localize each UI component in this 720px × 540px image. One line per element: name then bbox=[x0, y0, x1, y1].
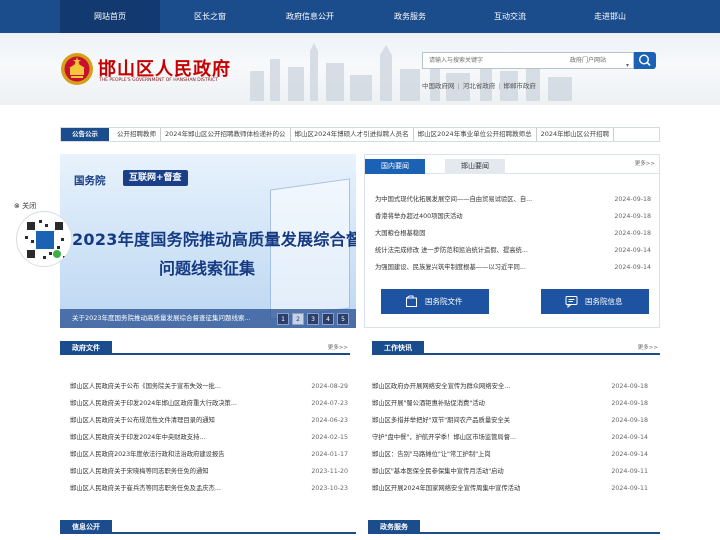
gov-docs-more-link[interactable]: 更多>> bbox=[328, 343, 348, 351]
news-buttons: 国务院文件 国务院信息 bbox=[381, 289, 649, 314]
list-item[interactable]: 邯山区多措并举把好"双节"期间农产品质量安全关 2024-09-18 bbox=[372, 412, 648, 429]
tab-hanshan-news[interactable]: 邯山要闻 bbox=[445, 159, 505, 174]
banner-pager: 1 2 3 4 5 bbox=[274, 313, 349, 325]
list-item[interactable]: 邯山区人民政府关于崔兵杰等同志职务任免及孟庆杰... 2023-10-23 bbox=[70, 480, 348, 497]
state-council-info-label: 国务院信息 bbox=[585, 297, 623, 306]
header: 邯山区人民政府 THE PEOPLE'S GOVERNMENT OF HANSH… bbox=[0, 33, 720, 105]
skyline-illustration bbox=[250, 43, 572, 101]
tab-domestic-news[interactable]: 国内要闻 bbox=[365, 159, 425, 174]
state-council-docs-button[interactable]: 国务院文件 bbox=[381, 289, 489, 314]
gov-service-header: 政务服务 bbox=[368, 518, 660, 534]
list-item[interactable]: 守护"盘中餐"，护航开学季！邯山区市场监管局督... 2024-09-14 bbox=[372, 429, 648, 446]
search-button[interactable] bbox=[634, 52, 656, 69]
qr-code-icon bbox=[16, 211, 72, 267]
notice-item[interactable]: 2024年邯山区公开招聘教师体检递补的公 bbox=[161, 128, 291, 141]
list-item[interactable]: 邯山区人民政府关于印发2024年邯山区政府重大行政决策... 2024-07-23 bbox=[70, 395, 348, 412]
top-nav: 网站首页 区长之窗 政府信息公开 政务服务 互动交流 走进邯山 bbox=[0, 0, 720, 33]
document-icon bbox=[406, 295, 417, 307]
nav-interaction[interactable]: 互动交流 bbox=[460, 0, 560, 33]
gov-service-title[interactable]: 政务服务 bbox=[368, 520, 420, 534]
list-item[interactable]: 邯山区人民政府关于公布《国务院关于宣布失效一批... 2024-08-29 bbox=[70, 378, 348, 395]
notice-item[interactable]: 邯山区2024年博硕人才引进拟聘人员名 bbox=[291, 128, 414, 141]
list-item[interactable]: 统计法完成修改 进一步防范和惩治统计造假、提高统... 2024-09-14 bbox=[375, 242, 651, 259]
list-item[interactable]: 邯山区人民政府关于公布规范性文件清理目录的通知 2024-06-23 bbox=[70, 412, 348, 429]
banner-tag: 互联网+督查 bbox=[123, 170, 188, 186]
news-tabs: 国内要闻 邯山要闻 更多>> bbox=[365, 155, 659, 174]
list-item[interactable]: 为强国建设、民族复兴筑牢制度根基——以习近平同... 2024-09-14 bbox=[375, 259, 651, 276]
search-box: 政府门户网站 ▾ bbox=[422, 52, 634, 69]
banner-carousel[interactable]: 国务院 互联网+督查 2023年度国务院推动高质量发展综合督查 问题线索征集 关… bbox=[60, 154, 356, 328]
list-item[interactable]: 邯山区开展2024年国家网络安全宣传周集中宣传活动 2024-09-11 bbox=[372, 480, 648, 497]
info-disclosure-header: 信息公开 bbox=[60, 518, 356, 534]
close-icon: ⊗ bbox=[14, 202, 20, 210]
caret-down-icon: ▾ bbox=[625, 62, 629, 69]
list-item[interactable]: 邯山区：告别"马路摊位"让"常工护制"上岗 2024-09-14 bbox=[372, 446, 648, 463]
notice-item[interactable]: 邯山区2024年事业单位公开招聘教师总 bbox=[414, 128, 537, 141]
float-close-label: 关闭 bbox=[22, 202, 37, 210]
notice-item[interactable]: 公开招聘教师 bbox=[113, 128, 161, 141]
info-disclosure-title[interactable]: 信息公开 bbox=[60, 520, 112, 534]
list-item[interactable]: 邯山区人民政府关于宋晓梅等同志职务任免的通知 2023-11-20 bbox=[70, 463, 348, 480]
banner-headline-2: 问题线索征集 bbox=[158, 259, 255, 278]
pager-dot[interactable]: 5 bbox=[337, 313, 349, 325]
chat-icon bbox=[565, 296, 578, 308]
list-item[interactable]: 邯山区开展"蜀公酒钜惠补贴促消费"活动 2024-09-18 bbox=[372, 395, 648, 412]
work-news-header: 工作快讯 更多>> bbox=[372, 339, 660, 355]
gov-docs-header: 政府文件 更多>> bbox=[60, 339, 350, 355]
news-list: 为中国式现代化拓展发展空间——自由贸易试验区、自... 2024-09-18 香港… bbox=[375, 191, 651, 276]
work-news-title[interactable]: 工作快讯 bbox=[372, 341, 424, 355]
notice-list: 公开招聘教师 2024年邯山区公开招聘教师体检递补的公 邯山区2024年博硕人才引进… bbox=[113, 128, 658, 141]
list-item[interactable]: 邯山区政府办开展网络安全宣传为群众网络安全... 2024-09-18 bbox=[372, 378, 648, 395]
nav-gov-services[interactable]: 政务服务 bbox=[360, 0, 460, 33]
search-icon bbox=[638, 54, 651, 66]
floating-qr-widget: ⊗ 关闭 bbox=[14, 201, 74, 267]
search-scope-label: 政府门户网站 bbox=[569, 57, 606, 64]
gov-docs-title[interactable]: 政府文件 bbox=[60, 341, 112, 355]
nav-mayor-window[interactable]: 区长之窗 bbox=[160, 0, 260, 33]
link-central-gov[interactable]: 中国政府网 bbox=[422, 80, 455, 90]
news-panel: 国内要闻 邯山要闻 更多>> 为中国式现代化拓展发展空间——自由贸易试验区、自.… bbox=[364, 154, 660, 328]
emblem-icon bbox=[61, 53, 93, 85]
nav-home[interactable]: 网站首页 bbox=[60, 0, 160, 33]
notice-bar: 公告公示 公开招聘教师 2024年邯山区公开招聘教师体检递补的公 邯山区2024年博… bbox=[60, 127, 660, 142]
float-close-button[interactable]: ⊗ 关闭 bbox=[14, 201, 36, 211]
nav-about-hanshan[interactable]: 走进邯山 bbox=[560, 0, 660, 33]
notice-item[interactable]: 2024年邯山区公开招聘 bbox=[537, 128, 615, 141]
pager-dot[interactable]: 3 bbox=[307, 313, 319, 325]
state-council-info-button[interactable]: 国务院信息 bbox=[541, 289, 649, 314]
search-scope-select[interactable]: 政府门户网站 ▾ bbox=[543, 53, 633, 69]
pager-dot[interactable]: 4 bbox=[322, 313, 334, 325]
link-hebei-gov[interactable]: 河北省政府 bbox=[463, 80, 496, 90]
list-item[interactable]: 香港将举办超过400项国庆活动 2024-09-18 bbox=[375, 208, 651, 225]
pager-dot[interactable]: 1 bbox=[277, 313, 289, 325]
list-item[interactable]: 邯山区人民政府关于印发2024年中央财政支持... 2024-02-15 bbox=[70, 429, 348, 446]
banner-headline: 2023年度国务院推动高质量发展综合督查 bbox=[72, 230, 356, 249]
news-more-link[interactable]: 更多>> bbox=[635, 159, 655, 167]
list-item[interactable]: 邯山区人民政府2023年度依法行政和法治政府建设报告 2024-01-17 bbox=[70, 446, 348, 463]
state-council-docs-label: 国务院文件 bbox=[425, 297, 463, 306]
site-subtitle: THE PEOPLE'S GOVERNMENT OF HANSHAN DISTR… bbox=[99, 78, 218, 83]
work-news-more-link[interactable]: 更多>> bbox=[638, 343, 658, 351]
search-input[interactable] bbox=[429, 53, 539, 68]
nav-info-disclosure[interactable]: 政府信息公开 bbox=[260, 0, 360, 33]
pager-dot-active[interactable]: 2 bbox=[292, 313, 304, 325]
list-item[interactable]: 邯山区"基本医保全民参保集中宣传月活动"启动 2024-09-11 bbox=[372, 463, 648, 480]
work-news-list: 邯山区政府办开展网络安全宣传为群众网络安全... 2024-09-18 邯山区开展… bbox=[372, 378, 648, 497]
banner-caption[interactable]: 关于2023年度国务院推动高质量发展综合督查征集问题线索... bbox=[72, 309, 251, 328]
banner-org: 国务院 bbox=[74, 175, 106, 187]
list-item[interactable]: 大国粮仓根基稳固 2024-09-18 bbox=[375, 225, 651, 242]
list-item[interactable]: 为中国式现代化拓展发展空间——自由贸易试验区、自... 2024-09-18 bbox=[375, 191, 651, 208]
link-handan-gov[interactable]: 邯郸市政府 bbox=[503, 80, 536, 90]
gov-docs-list: 邯山区人民政府关于公布《国务院关于宣布失效一批... 2024-08-29 邯山区… bbox=[70, 378, 348, 497]
notice-label: 公告公示 bbox=[61, 128, 109, 141]
quick-links: 中国政府网 | 河北省政府 | 邯郸市政府 bbox=[422, 80, 536, 90]
